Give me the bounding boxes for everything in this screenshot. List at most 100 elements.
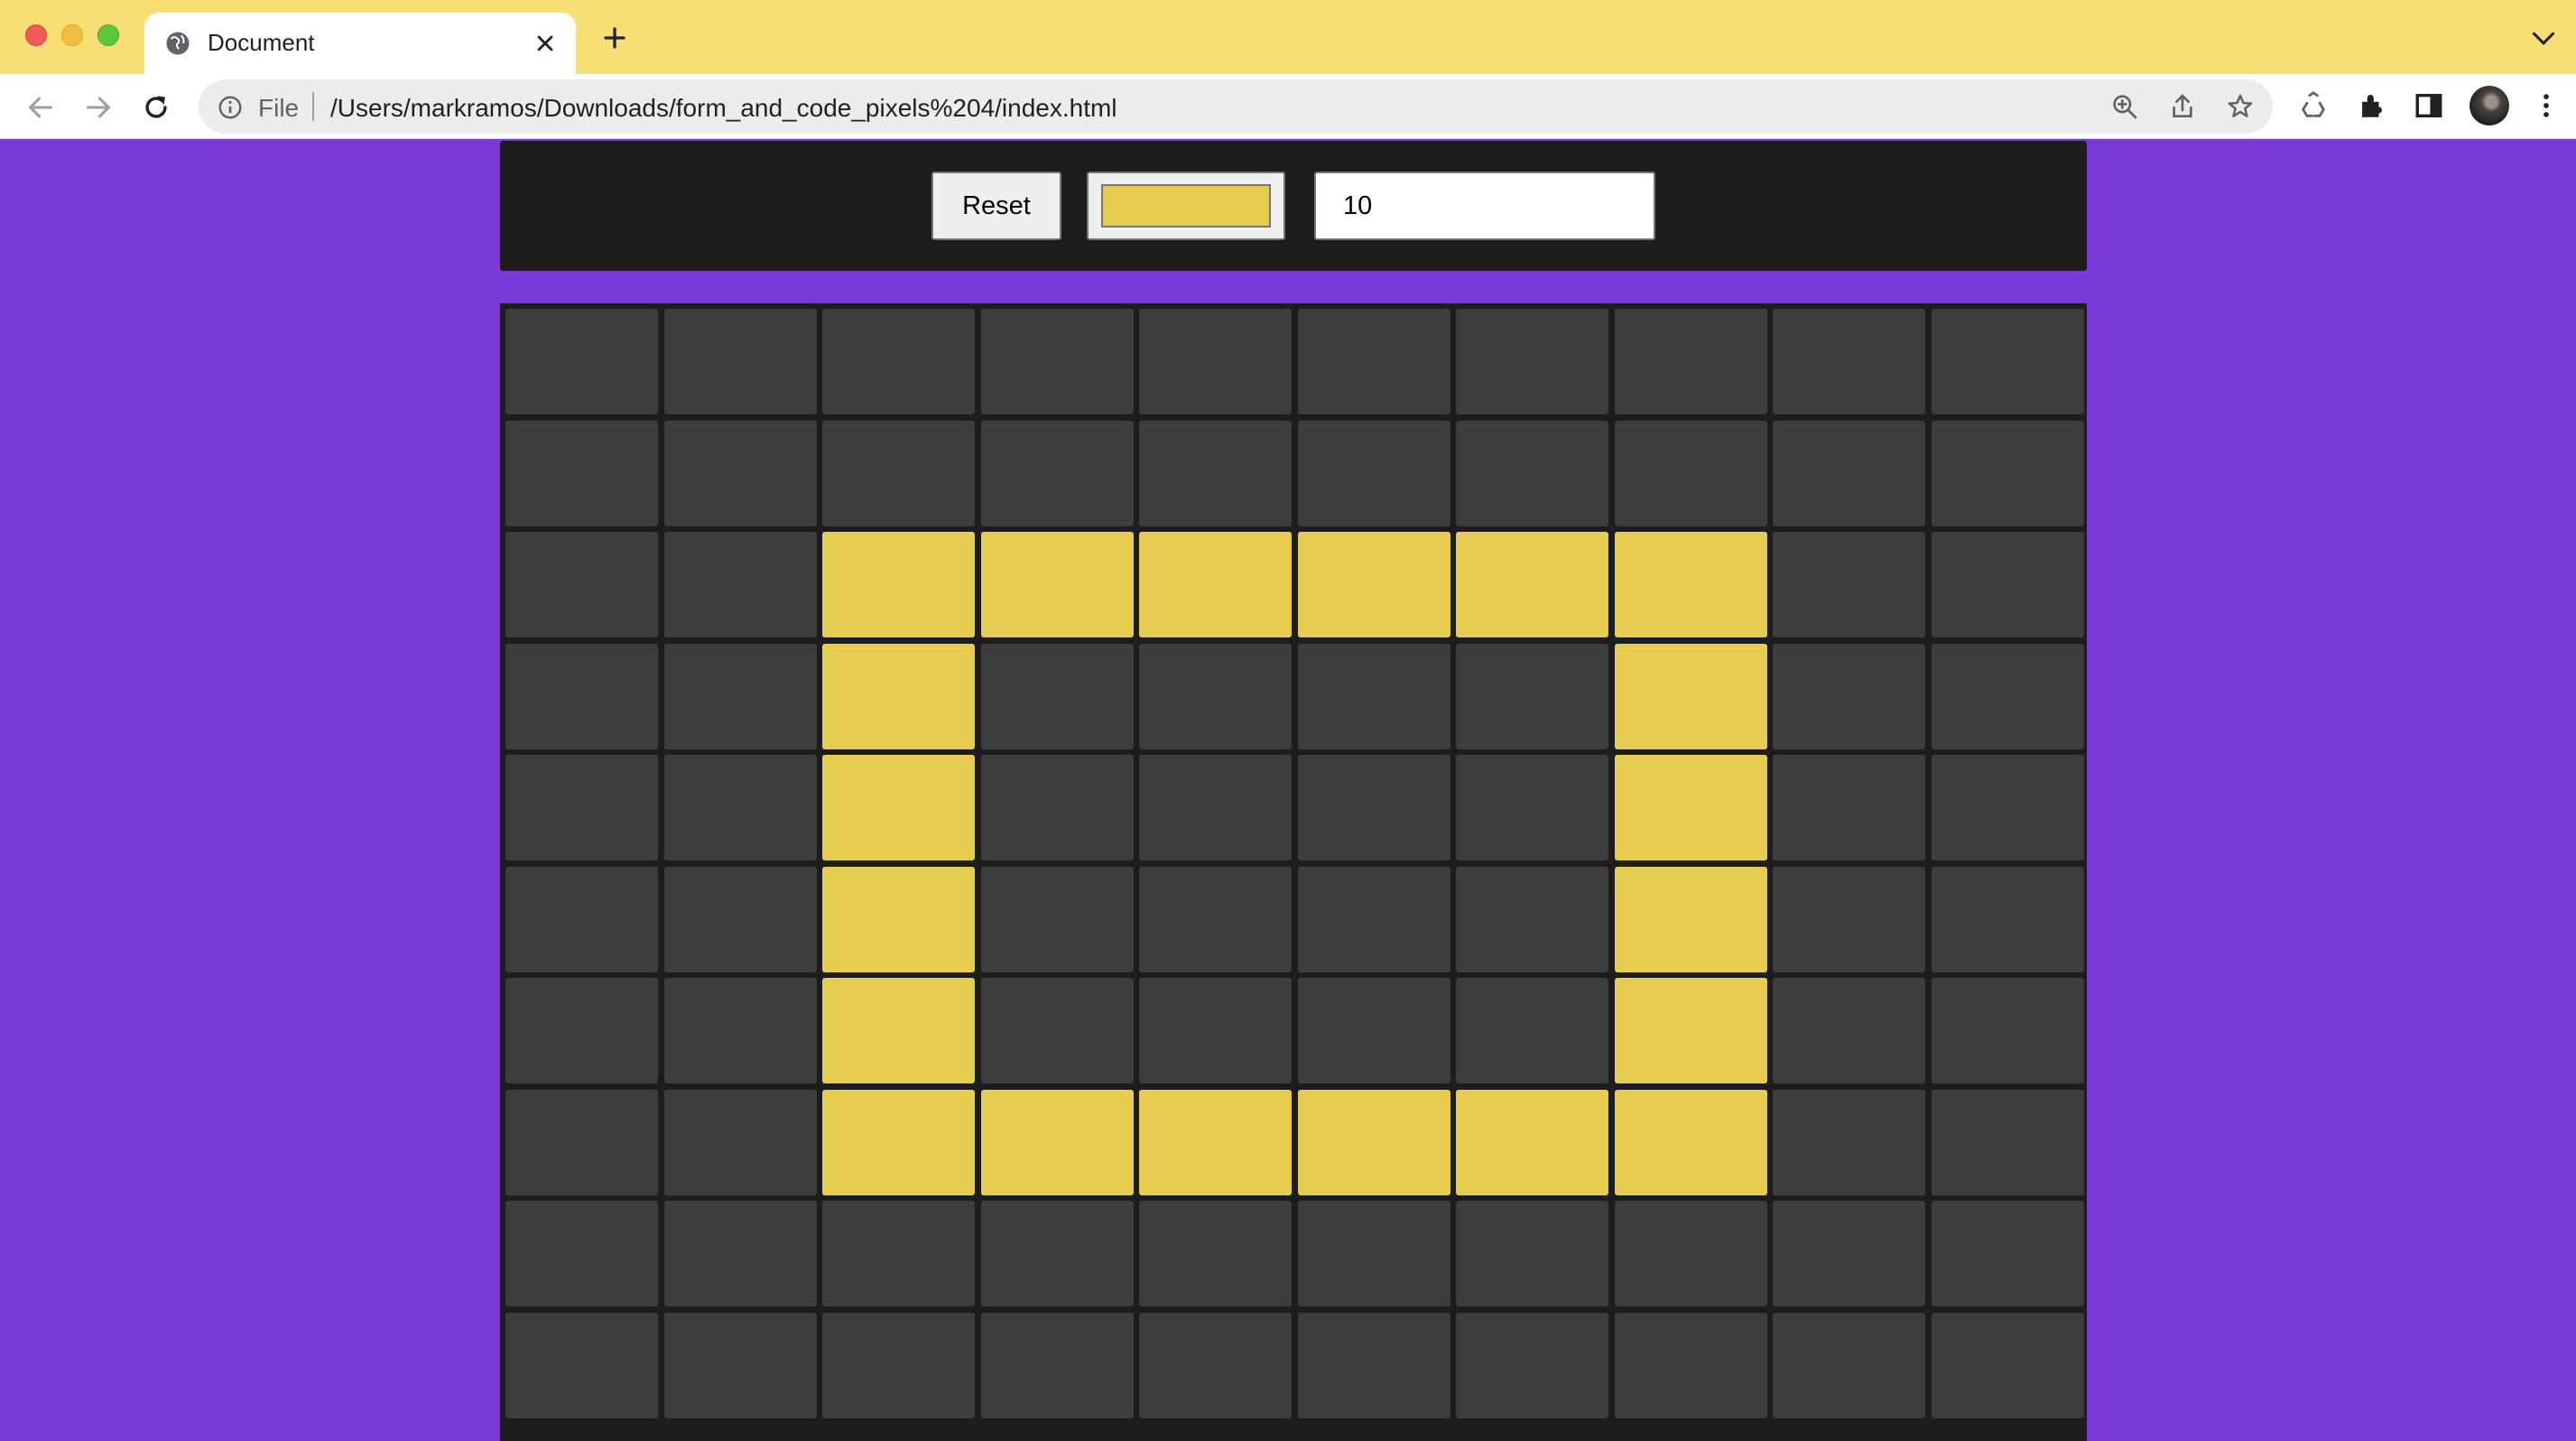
grid-cell[interactable] [1456,866,1608,972]
grid-cell[interactable] [1614,1089,1767,1195]
grid-cell[interactable] [822,532,975,637]
info-icon[interactable] [217,94,244,121]
grid-cell[interactable] [1773,978,1925,1083]
grid-cell[interactable] [1456,1312,1608,1418]
grid-cell[interactable] [1139,755,1292,860]
grid-cell[interactable] [663,1089,817,1195]
grid-cell[interactable] [822,1312,975,1418]
grid-cell[interactable] [1456,1089,1608,1195]
grid-cell[interactable] [822,1089,975,1195]
grid-cell[interactable] [980,1201,1134,1306]
grid-cell[interactable] [1139,978,1292,1083]
grid-cell[interactable] [822,978,975,1083]
grid-size-input[interactable] [1314,172,1655,240]
grid-cell[interactable] [1773,532,1925,637]
grid-cell[interactable] [1773,1201,1925,1306]
grid-cell[interactable] [505,532,658,637]
grid-cell[interactable] [1297,978,1450,1083]
grid-cell[interactable] [505,420,658,526]
grid-cell[interactable] [1931,978,2084,1083]
grid-cell[interactable] [1456,420,1608,526]
grid-cell[interactable] [505,1089,658,1195]
grid-cell[interactable] [1139,866,1292,972]
grid-cell[interactable] [1614,1312,1767,1418]
color-picker[interactable] [1087,172,1285,240]
grid-cell[interactable] [1614,643,1767,749]
grid-cell[interactable] [1297,866,1450,972]
grid-cell[interactable] [1297,755,1450,860]
grid-cell[interactable] [1297,532,1450,637]
grid-cell[interactable] [980,1312,1134,1418]
recycle-icon[interactable] [2298,90,2329,121]
grid-cell[interactable] [663,643,817,749]
grid-cell[interactable] [663,755,817,860]
grid-cell[interactable] [1931,643,2084,749]
grid-cell[interactable] [1931,532,2084,637]
grid-cell[interactable] [1931,866,2084,972]
grid-cell[interactable] [1614,532,1767,637]
grid-cell[interactable] [663,309,817,414]
grid-cell[interactable] [1297,1089,1450,1195]
grid-cell[interactable] [1773,1312,1925,1418]
grid-cell[interactable] [1773,643,1925,749]
back-icon[interactable] [25,92,56,123]
grid-cell[interactable] [822,309,975,414]
grid-cell[interactable] [822,866,975,972]
grid-cell[interactable] [1931,1312,2084,1418]
grid-cell[interactable] [1456,532,1608,637]
address-bar[interactable]: File /Users/markramos/Downloads/form_and… [199,79,2273,134]
grid-cell[interactable] [1456,1201,1608,1306]
tab-document[interactable]: Document [144,13,576,74]
reload-icon[interactable] [141,92,171,123]
grid-cell[interactable] [1931,755,2084,860]
grid-cell[interactable] [663,866,817,972]
grid-cell[interactable] [505,1312,658,1418]
grid-cell[interactable] [663,1312,817,1418]
grid-cell[interactable] [1297,1312,1450,1418]
url-text[interactable]: /Users/markramos/Downloads/form_and_code… [330,94,1117,123]
grid-cell[interactable] [505,755,658,860]
grid-cell[interactable] [1139,643,1292,749]
grid-cell[interactable] [505,1201,658,1306]
grid-cell[interactable] [822,420,975,526]
grid-cell[interactable] [1773,866,1925,972]
grid-cell[interactable] [1773,1089,1925,1195]
menu-icon[interactable] [2531,90,2562,121]
forward-icon[interactable] [83,92,114,123]
grid-cell[interactable] [1931,309,2084,414]
bookmark-star-icon[interactable] [2226,92,2255,121]
grid-cell[interactable] [1139,532,1292,637]
grid-cell[interactable] [1297,643,1450,749]
grid-cell[interactable] [1614,978,1767,1083]
grid-cell[interactable] [505,978,658,1083]
grid-cell[interactable] [1931,1089,2084,1195]
grid-cell[interactable] [663,1201,817,1306]
grid-cell[interactable] [980,309,1134,414]
grid-cell[interactable] [980,1089,1134,1195]
close-window-button[interactable] [25,24,47,46]
grid-cell[interactable] [1614,1201,1767,1306]
grid-cell[interactable] [1614,309,1767,414]
grid-cell[interactable] [663,978,817,1083]
tab-list-icon[interactable] [2531,29,2556,47]
grid-cell[interactable] [1139,1201,1292,1306]
grid-cell[interactable] [980,866,1134,972]
side-panel-icon[interactable] [2414,90,2444,121]
grid-cell[interactable] [822,1201,975,1306]
grid-cell[interactable] [1614,866,1767,972]
reset-button[interactable]: Reset [931,172,1061,240]
maximize-window-button[interactable] [97,24,119,46]
grid-cell[interactable] [1456,309,1608,414]
grid-cell[interactable] [822,755,975,860]
grid-cell[interactable] [980,978,1134,1083]
close-tab-icon[interactable] [533,31,558,56]
grid-cell[interactable] [505,643,658,749]
grid-cell[interactable] [1297,309,1450,414]
grid-cell[interactable] [1773,420,1925,526]
grid-cell[interactable] [1773,309,1925,414]
grid-cell[interactable] [505,309,658,414]
grid-cell[interactable] [1297,420,1450,526]
grid-cell[interactable] [505,866,658,972]
grid-cell[interactable] [980,420,1134,526]
grid-cell[interactable] [663,420,817,526]
